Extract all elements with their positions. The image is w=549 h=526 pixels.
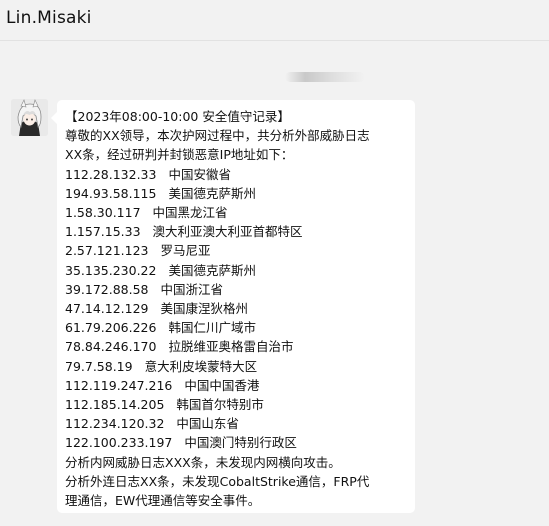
ip-entry: 47.14.12.129 美国康涅狄格州 — [65, 299, 410, 318]
ip-address[interactable]: 112.119.247.216 — [65, 376, 172, 395]
ip-location: 罗马尼亚 — [160, 243, 211, 259]
ip-address[interactable]: 39.172.88.58 — [65, 280, 149, 299]
ip-address[interactable]: 112.185.14.205 — [65, 395, 164, 414]
intro-line: 尊敬的XX领导，本次护网过程中，共分析外部威胁日志 — [65, 128, 370, 144]
ip-location: 美国德克萨斯州 — [168, 262, 256, 278]
ip-address[interactable]: 1.58.30.117 — [65, 203, 141, 222]
ip-entry: 35.135.230.22 美国德克萨斯州 — [65, 261, 410, 280]
ip-address[interactable]: 79.7.58.19 — [65, 357, 133, 376]
intro-line: XX条，经过研判并封锁恶意IP地址如下： — [65, 147, 294, 163]
ip-location: 中国山东省 — [176, 416, 239, 432]
ip-entry: 78.84.246.170 拉脱维亚奥格雷自治市 — [65, 337, 410, 356]
ip-address[interactable]: 112.234.120.32 — [65, 414, 164, 433]
ip-location: 澳大利亚澳大利亚首都特区 — [152, 224, 303, 240]
ip-entry: 2.57.121.123 罗马尼亚 — [65, 241, 410, 260]
chat-header: Lin.Misaki — [0, 0, 549, 41]
ip-address[interactable]: 1.157.15.33 — [65, 222, 141, 241]
ip-address[interactable]: 122.100.233.197 — [65, 433, 172, 452]
message-header: 【2023年08:00-10:00 安全值守记录】 — [65, 109, 290, 124]
ip-location: 意大利皮埃蒙特大区 — [144, 358, 258, 374]
ip-location: 美国德克萨斯州 — [168, 185, 256, 201]
ip-entry: 122.100.233.197 中国澳门特别行政区 — [65, 433, 410, 452]
footer-line: 分析外连日志XX条，未发现CobaltStrike通信，FRP代 — [65, 473, 370, 489]
ip-address[interactable]: 112.28.132.33 — [65, 165, 156, 184]
ip-entry: 61.79.206.226 韩国仁川广域市 — [65, 318, 410, 337]
ip-address[interactable]: 2.57.121.123 — [65, 241, 149, 260]
ip-entry: 1.58.30.117 中国黑龙江省 — [65, 203, 410, 222]
ip-location: 韩国仁川广域市 — [168, 320, 256, 336]
message-bubble[interactable]: 【2023年08:00-10:00 安全值守记录】 尊敬的XX领导，本次护网过程… — [51, 100, 415, 513]
ip-location: 中国中国香港 — [184, 377, 260, 393]
footer-line: 分析内网威胁日志XXX条，未发现内网横向攻击。 — [65, 454, 341, 470]
ip-location: 中国浙江省 — [160, 281, 224, 297]
ip-address[interactable]: 47.14.12.129 — [65, 299, 149, 318]
ip-entry: 194.93.58.115 美国德克萨斯州 — [65, 184, 410, 203]
message-text: 【2023年08:00-10:00 安全值守记录】 尊敬的XX领导，本次护网过程… — [65, 107, 410, 510]
ip-address[interactable]: 35.135.230.22 — [65, 261, 156, 280]
ip-location: 中国安徽省 — [168, 166, 231, 182]
ip-entry: 1.157.15.33 澳大利亚澳大利亚首都特区 — [65, 222, 410, 241]
ip-entry: 112.234.120.32 中国山东省 — [65, 414, 410, 433]
ip-location: 韩国首尔特别市 — [176, 397, 264, 413]
blurred-timestamp — [285, 72, 365, 82]
avatar[interactable] — [11, 99, 48, 136]
ip-location: 中国黑龙江省 — [152, 205, 228, 221]
ip-location: 中国澳门特别行政区 — [184, 435, 297, 451]
ip-entry: 112.185.14.205 韩国首尔特别市 — [65, 395, 410, 414]
ip-address[interactable]: 78.84.246.170 — [65, 337, 156, 356]
ip-location: 美国康涅狄格州 — [160, 301, 249, 317]
ip-entry: 39.172.88.58 中国浙江省 — [65, 280, 410, 299]
ip-address[interactable]: 61.79.206.226 — [65, 318, 156, 337]
chat-title[interactable]: Lin.Misaki — [6, 8, 92, 28]
ip-entry: 112.119.247.216 中国中国香港 — [65, 376, 410, 395]
ip-entry: 79.7.58.19 意大利皮埃蒙特大区 — [65, 357, 410, 376]
anime-avatar-icon — [11, 99, 48, 136]
ip-location: 拉脱维亚奥格雷自治市 — [168, 339, 294, 355]
footer-line: 理通信，EW代理通信等安全事件。 — [65, 493, 261, 509]
ip-address[interactable]: 194.93.58.115 — [65, 184, 156, 203]
ip-entry: 112.28.132.33 中国安徽省 — [65, 165, 410, 184]
